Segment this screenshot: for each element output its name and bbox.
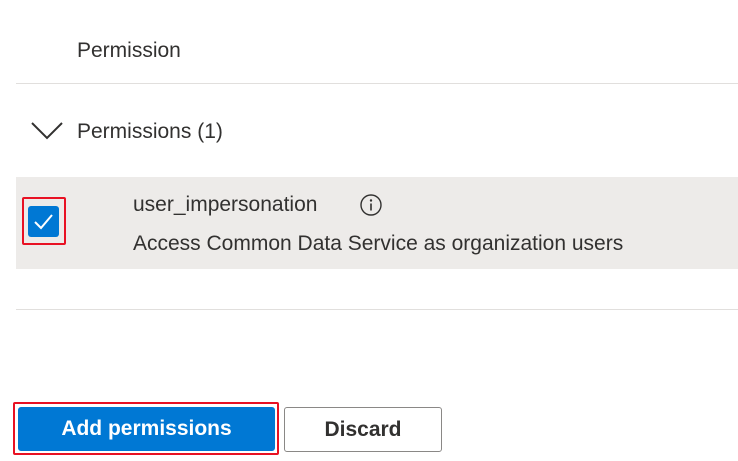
list-divider <box>16 309 738 310</box>
user-impersonation-checkbox[interactable] <box>28 206 59 237</box>
permission-column-header: Permission <box>77 39 181 62</box>
permission-name: user_impersonation <box>133 193 318 216</box>
permission-description: Access Common Data Service as organizati… <box>133 232 624 255</box>
add-permissions-button[interactable]: Add permissions <box>18 407 275 451</box>
permissions-group-title: Permissions (1) <box>77 120 223 143</box>
header-divider <box>16 83 738 84</box>
checkmark-icon <box>34 214 53 230</box>
permission-row[interactable]: user_impersonation Access Common Data Se… <box>16 177 738 269</box>
request-api-permissions-panel: Permission Permissions (1) user_imperson… <box>0 0 738 461</box>
chevron-down-icon <box>31 122 63 140</box>
permissions-group-toggle[interactable]: Permissions (1) <box>16 108 716 154</box>
discard-button[interactable]: Discard <box>284 407 442 452</box>
info-icon[interactable] <box>359 193 383 217</box>
